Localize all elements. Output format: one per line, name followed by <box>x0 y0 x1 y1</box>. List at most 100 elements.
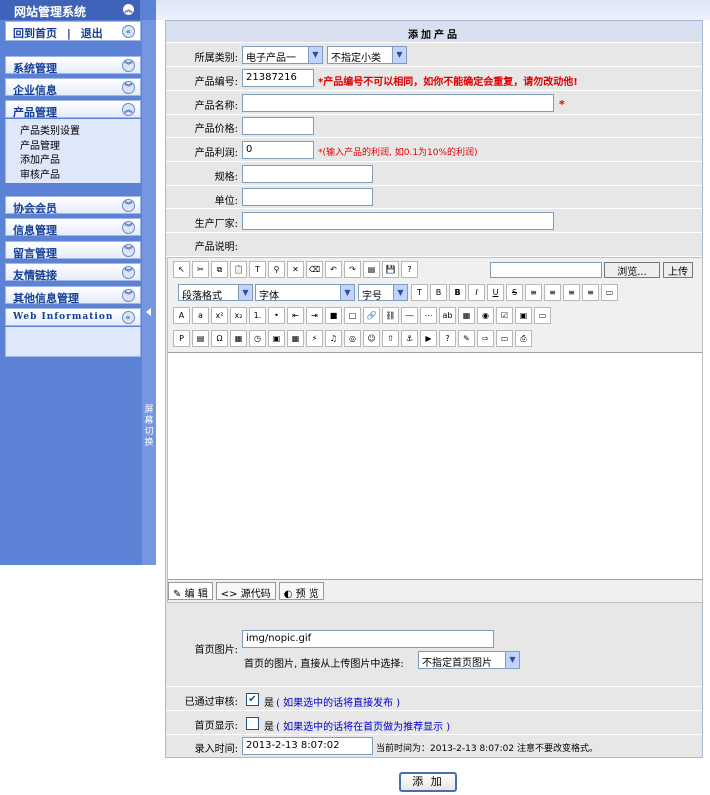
code-input[interactable]: 21387216 <box>242 69 314 87</box>
tab-edit[interactable]: ✎ 编 辑 <box>168 582 213 600</box>
price-input[interactable] <box>242 117 314 135</box>
justify-icon[interactable]: ≡ <box>582 284 599 301</box>
nav-item-add-product[interactable]: 添加产品 <box>6 151 140 166</box>
collapse-icon[interactable]: ︽ <box>122 103 135 116</box>
unlink-icon[interactable]: ⛓ <box>382 307 399 324</box>
nav-group-other[interactable]: 其他信息管理 ︾ <box>5 286 141 305</box>
help-icon[interactable]: ? <box>401 261 418 278</box>
find-icon[interactable]: ⚲ <box>268 261 285 278</box>
radio-icon[interactable]: ◉ <box>477 307 494 324</box>
home-link[interactable]: 回到首页 <box>13 27 57 40</box>
table-insert-icon[interactable]: ▦ <box>287 330 304 347</box>
outdent-icon[interactable]: ⇤ <box>287 307 304 324</box>
collapse-icon[interactable]: « <box>122 311 135 324</box>
cut-icon[interactable]: ✂ <box>192 261 209 278</box>
checkbox-icon[interactable]: ☑ <box>496 307 513 324</box>
spec-input[interactable] <box>242 165 373 183</box>
special-char-icon[interactable]: Ω <box>211 330 228 347</box>
nav-group-messages[interactable]: 留言管理 ︾ <box>5 241 141 260</box>
home-pic-select[interactable]: 不指定首页图片 ▼ <box>418 651 520 669</box>
font-size-select[interactable]: 字号 ▼ <box>358 284 408 302</box>
subscript-icon[interactable]: x₂ <box>230 307 247 324</box>
play-icon[interactable]: ▶ <box>420 330 437 347</box>
expand-icon[interactable]: ︾ <box>122 59 135 72</box>
emoticon-icon[interactable]: ☺ <box>363 330 380 347</box>
copy-icon[interactable]: ⧉ <box>211 261 228 278</box>
screen-toggle-bar[interactable]: 屏幕切换 <box>142 20 156 565</box>
expand-icon[interactable]: ︾ <box>122 289 135 302</box>
nav-group-members[interactable]: 协会会员 ︾ <box>5 196 141 215</box>
nav-group-company[interactable]: 企业信息 ︾ <box>5 78 141 97</box>
nav-group-info[interactable]: 信息管理 ︾ <box>5 218 141 237</box>
page-icon[interactable]: ▤ <box>192 330 209 347</box>
nav-group-product[interactable]: 产品管理 ︽ <box>5 100 141 119</box>
nav-item-review-product[interactable]: 审核产品 <box>6 166 140 181</box>
indent-icon[interactable]: ⇥ <box>306 307 323 324</box>
import-icon[interactable]: ⇨ <box>477 330 494 347</box>
approved-checkbox[interactable]: ✔ <box>246 693 259 706</box>
paragraph-icon[interactable]: P <box>173 330 190 347</box>
nav-group-links[interactable]: 友情链接 ︾ <box>5 263 141 282</box>
underline-icon[interactable]: U <box>487 284 504 301</box>
time-input[interactable]: 2013-2-13 8:07:02 <box>242 737 373 755</box>
hr-icon[interactable]: ― <box>401 307 418 324</box>
input-field-icon[interactable]: ▭ <box>534 307 551 324</box>
browse-button[interactable]: 浏览... <box>604 262 660 278</box>
nav-group-system[interactable]: 系统管理 ︾ <box>5 56 141 75</box>
box-icon[interactable]: □ <box>344 307 361 324</box>
bullet-list-icon[interactable]: • <box>268 307 285 324</box>
select-all-icon[interactable]: ▤ <box>363 261 380 278</box>
paragraph-format-select[interactable]: 段落格式 ▼ <box>178 284 253 302</box>
table-icon[interactable]: ▦ <box>458 307 475 324</box>
undo-icon[interactable]: ↶ <box>325 261 342 278</box>
name-input[interactable] <box>242 94 554 112</box>
upload-button[interactable]: 上传 <box>663 262 693 278</box>
tab-preview[interactable]: ◐ 预 览 <box>278 582 324 600</box>
time-icon[interactable]: ◷ <box>249 330 266 347</box>
align-right-icon[interactable]: ≡ <box>563 284 580 301</box>
unit-input[interactable] <box>242 188 373 206</box>
expand-icon[interactable]: ︾ <box>122 266 135 279</box>
superscript-icon[interactable]: x² <box>211 307 228 324</box>
form-icon[interactable]: ▣ <box>515 307 532 324</box>
paste-icon[interactable]: 📋 <box>230 261 247 278</box>
highlight-icon[interactable]: ■ <box>325 307 342 324</box>
code-icon[interactable]: ▭ <box>496 330 513 347</box>
image-icon[interactable]: ▣ <box>268 330 285 347</box>
text-color-icon[interactable]: T <box>411 284 428 301</box>
marquee-icon[interactable]: ⋯ <box>420 307 437 324</box>
textarea-icon[interactable]: ab <box>439 307 456 324</box>
expand-icon[interactable]: ︾ <box>122 221 135 234</box>
collapse-arrow-icon[interactable] <box>146 308 151 316</box>
expand-icon[interactable]: ︾ <box>122 81 135 94</box>
upload-file-input[interactable] <box>490 262 602 278</box>
add-button[interactable]: 添 加 <box>399 772 457 792</box>
ordered-list-icon[interactable]: 1. <box>249 307 266 324</box>
bold-icon[interactable]: B <box>449 284 466 301</box>
nav-group-web-information[interactable]: Web Information « <box>5 308 141 326</box>
profit-input[interactable]: 0 <box>242 141 314 159</box>
eraser-icon[interactable]: ⌫ <box>306 261 323 278</box>
category-select[interactable]: 电子产品一 ▼ <box>242 46 323 64</box>
subcategory-select[interactable]: 不指定小类 ▼ <box>327 46 407 64</box>
link-icon[interactable]: 🔗 <box>363 307 380 324</box>
home-show-checkbox[interactable] <box>246 717 259 730</box>
logout-link[interactable]: 退出 <box>81 27 103 40</box>
date-icon[interactable]: ▦ <box>230 330 247 347</box>
paste-text-icon[interactable]: T <box>249 261 266 278</box>
pointer-icon[interactable]: ↖ <box>173 261 190 278</box>
align-left-icon[interactable]: ≡ <box>525 284 542 301</box>
bg-color-icon[interactable]: B <box>430 284 447 301</box>
expand-icon[interactable]: ︾ <box>122 244 135 257</box>
italic-icon[interactable]: I <box>468 284 485 301</box>
font-size-up-icon[interactable]: A <box>173 307 190 324</box>
collapse-icon[interactable]: « <box>122 25 135 38</box>
font-size-down-icon[interactable]: a <box>192 307 209 324</box>
align-center-icon[interactable]: ≡ <box>544 284 561 301</box>
help-bubble-icon[interactable]: ? <box>439 330 456 347</box>
nav-item-category-settings[interactable]: 产品类别设置 <box>6 122 140 137</box>
edit-icon[interactable]: ✎ <box>458 330 475 347</box>
print-icon[interactable]: ⎙ <box>515 330 532 347</box>
media-icon[interactable]: ♫ <box>325 330 342 347</box>
flash-icon[interactable]: ⚡ <box>306 330 323 347</box>
